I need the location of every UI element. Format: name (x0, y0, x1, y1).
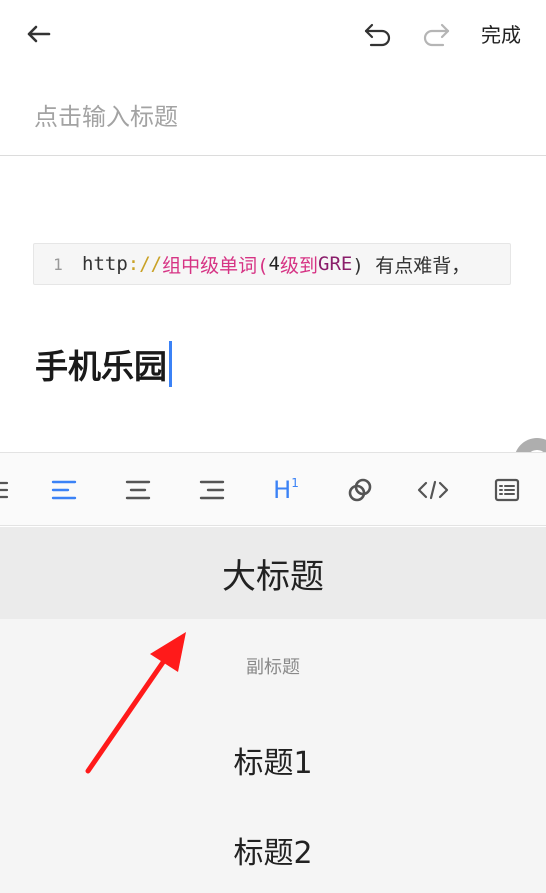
code-token-protocol: http (82, 253, 128, 275)
toolbar-code-button[interactable] (414, 471, 452, 509)
menu-item-heading-1[interactable]: 标题1 (0, 713, 546, 807)
menu-item-large-title[interactable]: 大标题 (0, 527, 546, 619)
align-right-icon (199, 480, 225, 500)
align-center-icon (125, 480, 151, 500)
heading-icon: H1 (273, 476, 299, 504)
title-input[interactable] (0, 78, 546, 156)
code-token-text: 级到 (280, 254, 319, 277)
format-toolbar: H1 (0, 452, 546, 526)
back-button[interactable] (22, 18, 54, 50)
quote-block-icon (494, 478, 520, 502)
code-token-text: ) 有点难背， (352, 254, 471, 277)
undo-icon (364, 23, 391, 47)
toolbar-link-button[interactable] (341, 471, 379, 509)
code-block[interactable]: 1 http :// 组中级单词( 4 级到 GRE ) 有点难背， (33, 243, 511, 285)
menu-item-subtitle[interactable]: 副标题 (0, 619, 546, 713)
toolbar-list-button[interactable] (0, 471, 16, 509)
top-bar: 完成 (0, 0, 546, 68)
list-icon (0, 481, 9, 499)
undo-button[interactable] (360, 18, 396, 52)
code-token-number: 4 (268, 253, 280, 275)
arrow-left-icon (27, 25, 51, 43)
code-line-number: 1 (53, 254, 63, 274)
toolbar-align-left-button[interactable] (45, 471, 83, 509)
editor-heading-paragraph[interactable]: 手机乐园 (35, 340, 172, 388)
code-token-slashes: :// (127, 253, 163, 275)
code-token-text: 组中级单词( (162, 254, 269, 277)
redo-button[interactable] (418, 18, 454, 52)
toolbar-align-right-button[interactable] (193, 471, 231, 509)
heading-style-menu: 大标题 副标题 标题1 标题2 (0, 527, 546, 893)
link-icon (348, 478, 372, 502)
text-caret (169, 341, 172, 387)
code-token-keyword: GRE (318, 253, 353, 275)
align-left-icon (51, 480, 77, 500)
menu-item-heading-2[interactable]: 标题2 (0, 807, 546, 893)
code-icon (417, 480, 449, 500)
toolbar-block-button[interactable] (488, 471, 526, 509)
done-button[interactable]: 完成 (470, 18, 532, 52)
heading-text: 手机乐园 (35, 347, 167, 386)
toolbar-heading-button[interactable]: H1 (267, 471, 305, 509)
redo-icon (423, 23, 450, 47)
toolbar-align-center-button[interactable] (119, 471, 157, 509)
